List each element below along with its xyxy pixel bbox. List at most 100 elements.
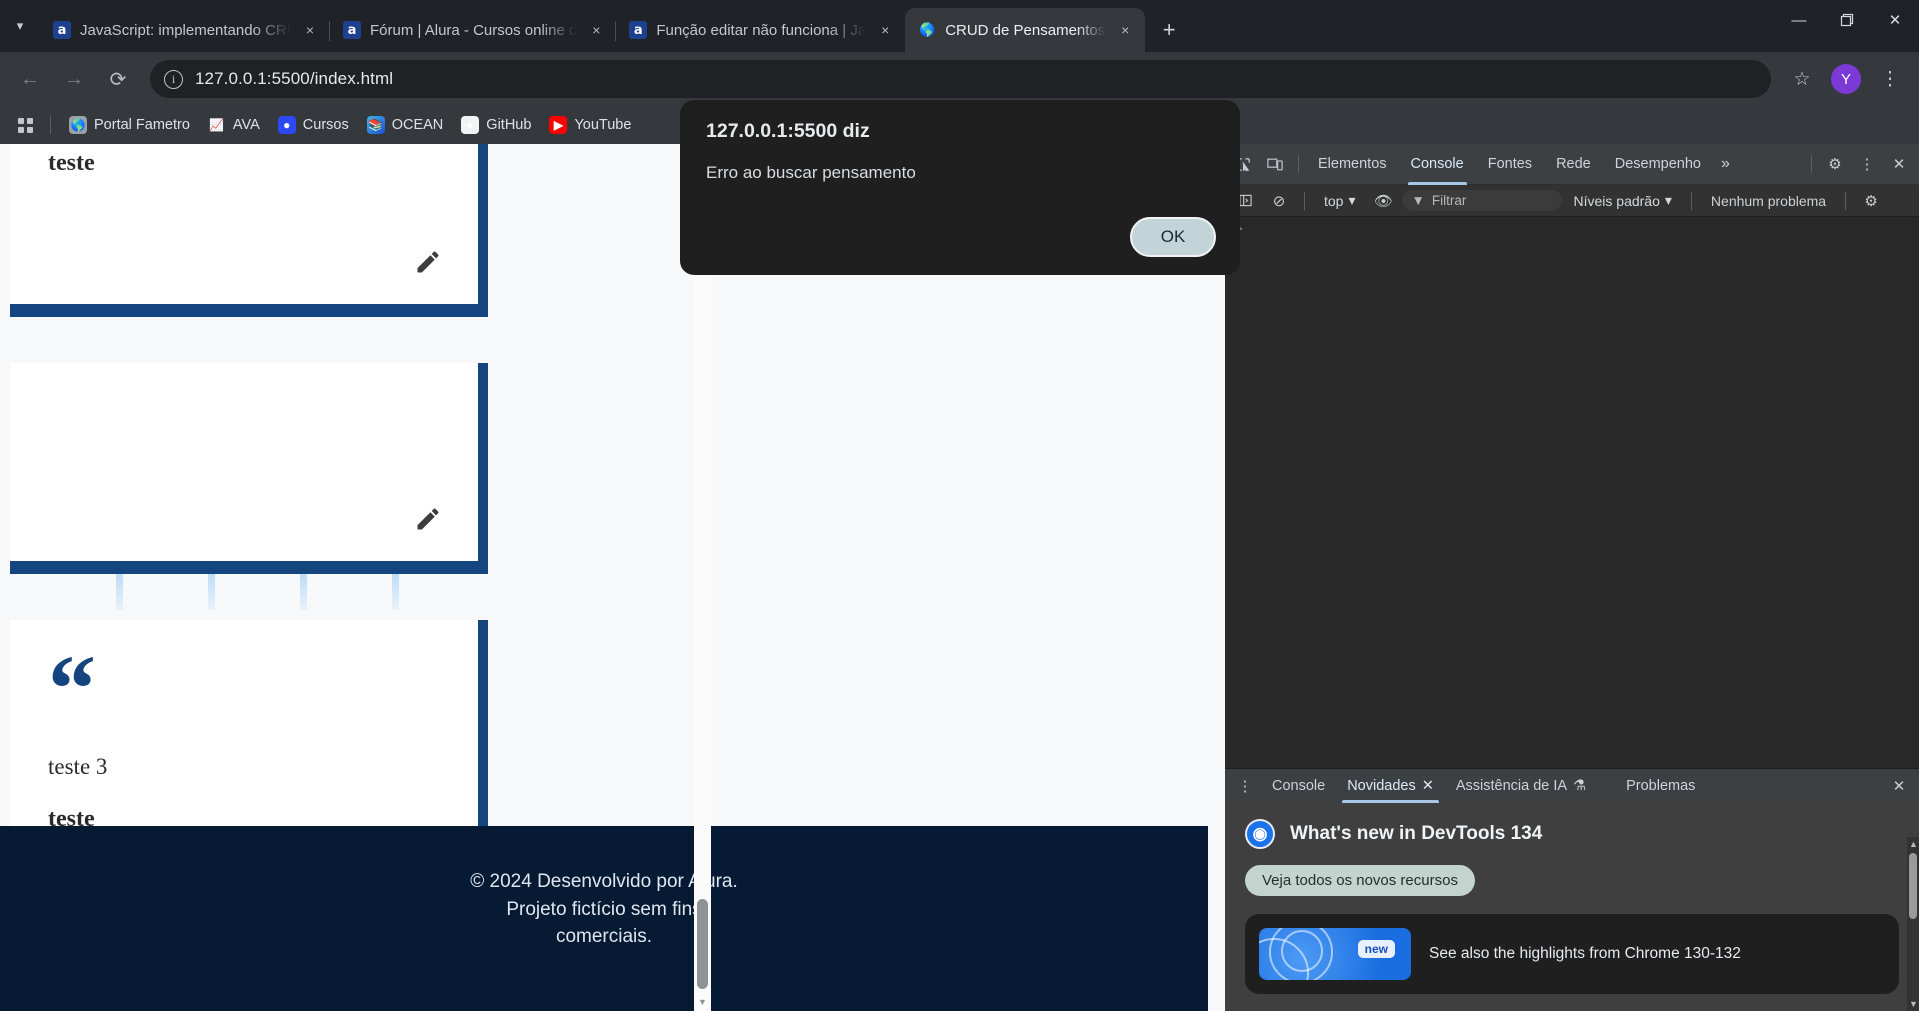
tab-close-icon[interactable]: × bbox=[300, 20, 320, 40]
drawer-tab-problemas[interactable]: Problemas bbox=[1615, 769, 1706, 803]
dialog-ok-button[interactable]: OK bbox=[1130, 217, 1216, 257]
bookmark-label: AVA bbox=[232, 117, 260, 133]
apps-grid-icon[interactable] bbox=[10, 111, 40, 139]
scroll-down-arrow-icon[interactable]: ▼ bbox=[1909, 999, 1918, 1009]
new-badge: new bbox=[1357, 940, 1395, 958]
card-bottom-bar bbox=[10, 561, 488, 574]
close-icon[interactable]: ✕ bbox=[1871, 0, 1919, 40]
pencil-icon[interactable] bbox=[414, 248, 444, 278]
bookmark-label: Cursos bbox=[302, 117, 349, 133]
kebab-icon[interactable]: ⋮ bbox=[1229, 770, 1261, 802]
gear-icon[interactable]: ⚙ bbox=[1855, 185, 1887, 217]
highlight-thumbnail: new bbox=[1259, 928, 1411, 980]
back-icon[interactable]: ← bbox=[10, 59, 50, 99]
kebab-icon[interactable]: ⋮ bbox=[1851, 148, 1883, 180]
tab-title: Função editar não funciona | Ja bbox=[656, 21, 867, 39]
thought-author: teste bbox=[48, 150, 95, 176]
thought-card: teste teste bbox=[10, 144, 488, 304]
drawer-tab-assistencia-ia[interactable]: Assistência de IA ⚗ bbox=[1445, 769, 1597, 803]
drawer-tab-console[interactable]: Console bbox=[1261, 769, 1336, 803]
drawer-tab-label: Novidades bbox=[1347, 778, 1416, 794]
bookmark-label: Portal Fametro bbox=[94, 117, 190, 133]
drawer-tabbar: ⋮ Console Novidades ✕ Assistência de IA … bbox=[1225, 769, 1919, 803]
github-icon: ● bbox=[461, 116, 480, 134]
scroll-up-arrow-icon[interactable]: ▲ bbox=[1909, 839, 1918, 849]
scroll-down-arrow-icon[interactable]: ▼ bbox=[698, 997, 707, 1007]
console-context-selector[interactable]: top ▾ bbox=[1314, 192, 1366, 209]
bookmark-youtube[interactable]: ▶ YouTube bbox=[541, 112, 639, 138]
page-footer: © 2024 Desenvolvido por Alura. Projeto f… bbox=[0, 826, 1208, 1011]
bookmark-star-icon[interactable]: ☆ bbox=[1783, 60, 1821, 98]
browser-tab-3[interactable]: a Função editar não funciona | Ja × bbox=[615, 8, 905, 52]
close-icon[interactable]: ✕ bbox=[1883, 148, 1915, 180]
drawer-scrollbar[interactable]: ▲ ▼ bbox=[1907, 837, 1919, 1011]
see-all-features-button[interactable]: Veja todos os novos recursos bbox=[1245, 865, 1475, 896]
devtools-tabbar: Elementos Console Fontes Rede Desempenho… bbox=[1225, 144, 1919, 185]
devtools-tab-rede[interactable]: Rede bbox=[1544, 144, 1603, 185]
maximize-icon[interactable] bbox=[1823, 0, 1871, 40]
reload-icon[interactable]: ⟳ bbox=[98, 59, 138, 99]
alura-icon: a bbox=[343, 21, 361, 39]
bookmark-cursos[interactable]: ● Cursos bbox=[270, 112, 357, 138]
console-prompt[interactable]: > bbox=[1225, 218, 1919, 241]
devtools-tab-elementos[interactable]: Elementos bbox=[1306, 144, 1399, 185]
scrollbar-thumb[interactable] bbox=[697, 899, 708, 989]
bookmark-github[interactable]: ● GitHub bbox=[453, 112, 539, 138]
browser-tab-4-active[interactable]: 🌎 CRUD de Pensamentos × bbox=[905, 8, 1146, 52]
row-accent-decoration bbox=[10, 574, 488, 610]
scrollbar-thumb[interactable] bbox=[1909, 853, 1917, 919]
tab-search-icon[interactable]: ▾ bbox=[0, 0, 40, 52]
tab-title: JavaScript: implementando CRU bbox=[80, 21, 291, 39]
devtools-tabbar-actions: ⚙ ⋮ ✕ bbox=[1804, 148, 1919, 180]
whats-new-highlight-card[interactable]: new See also the highlights from Chrome … bbox=[1245, 914, 1899, 994]
log-levels-selector[interactable]: Níveis padrão ▾ bbox=[1564, 192, 1682, 209]
gear-icon[interactable]: ⚙ bbox=[1819, 148, 1851, 180]
filter-icon: ▼ bbox=[1411, 193, 1425, 208]
filter-placeholder: Filtrar bbox=[1431, 193, 1467, 208]
bookmark-portal-fametro[interactable]: 🌎 Portal Fametro bbox=[61, 112, 198, 138]
issues-status[interactable]: Nenhum problema bbox=[1701, 193, 1836, 209]
devtools-tab-desempenho[interactable]: Desempenho bbox=[1603, 144, 1713, 185]
minimize-icon[interactable]: — bbox=[1775, 0, 1823, 40]
context-label: top bbox=[1324, 192, 1344, 209]
close-icon[interactable]: ✕ bbox=[1883, 770, 1915, 802]
thought-card-wrapper: teste teste bbox=[10, 144, 488, 317]
browser-window: ▾ a JavaScript: implementando CRU × a Fó… bbox=[0, 0, 1919, 1011]
bookmark-ava[interactable]: 📈 AVA bbox=[200, 112, 268, 138]
live-expression-icon[interactable]: 👁 bbox=[1368, 185, 1400, 217]
bookmark-label: YouTube bbox=[574, 117, 632, 133]
close-icon[interactable]: ✕ bbox=[1422, 778, 1434, 794]
tab-title: Fórum | Alura - Cursos online d bbox=[370, 21, 578, 39]
browser-tab-1[interactable]: a JavaScript: implementando CRU × bbox=[40, 8, 330, 52]
profile-avatar[interactable]: Y bbox=[1831, 64, 1861, 94]
drawer-tab-label: Console bbox=[1272, 778, 1326, 794]
drawer-tab-novidades[interactable]: Novidades ✕ bbox=[1336, 769, 1445, 803]
tab-close-icon[interactable]: × bbox=[586, 20, 606, 40]
tab-close-icon[interactable]: × bbox=[875, 20, 895, 40]
bookmark-ocean[interactable]: 📚 OCEAN bbox=[359, 112, 452, 138]
thought-text: teste 3 bbox=[48, 754, 108, 779]
divider bbox=[1845, 191, 1847, 210]
browser-menu-icon[interactable]: ⋮ bbox=[1871, 60, 1909, 98]
devtools-tab-console[interactable]: Console bbox=[1399, 144, 1476, 185]
console-output[interactable]: > bbox=[1225, 218, 1919, 768]
devtools-tab-fontes[interactable]: Fontes bbox=[1476, 144, 1544, 185]
javascript-alert-dialog: 127.0.0.1:5500 diz Erro ao buscar pensam… bbox=[680, 100, 1240, 275]
browser-tab-2[interactable]: a Fórum | Alura - Cursos online d × bbox=[328, 8, 616, 52]
alura-icon: a bbox=[629, 21, 648, 39]
clear-console-icon[interactable]: ⊘ bbox=[1263, 185, 1295, 217]
quote-mark-icon: “ bbox=[48, 635, 96, 742]
pencil-icon[interactable] bbox=[414, 505, 444, 535]
footer-line-2: Projeto fictício sem fins bbox=[506, 898, 702, 920]
site-info-icon[interactable]: i bbox=[164, 69, 183, 89]
more-tabs-icon[interactable]: » bbox=[1713, 155, 1738, 173]
thought-card-wrapper bbox=[10, 363, 488, 610]
forward-icon[interactable]: → bbox=[54, 59, 94, 99]
console-filter-input[interactable]: ▼ Filtrar bbox=[1401, 190, 1562, 211]
device-toolbar-icon[interactable] bbox=[1259, 148, 1291, 180]
devtools-panel: Elementos Console Fontes Rede Desempenho… bbox=[1225, 144, 1919, 1011]
tab-close-icon[interactable]: × bbox=[1115, 20, 1135, 40]
address-bar[interactable]: i 127.0.0.1:5500/index.html bbox=[150, 60, 1771, 98]
new-tab-button[interactable]: + bbox=[1151, 12, 1187, 48]
levels-label: Níveis padrão bbox=[1573, 192, 1660, 209]
